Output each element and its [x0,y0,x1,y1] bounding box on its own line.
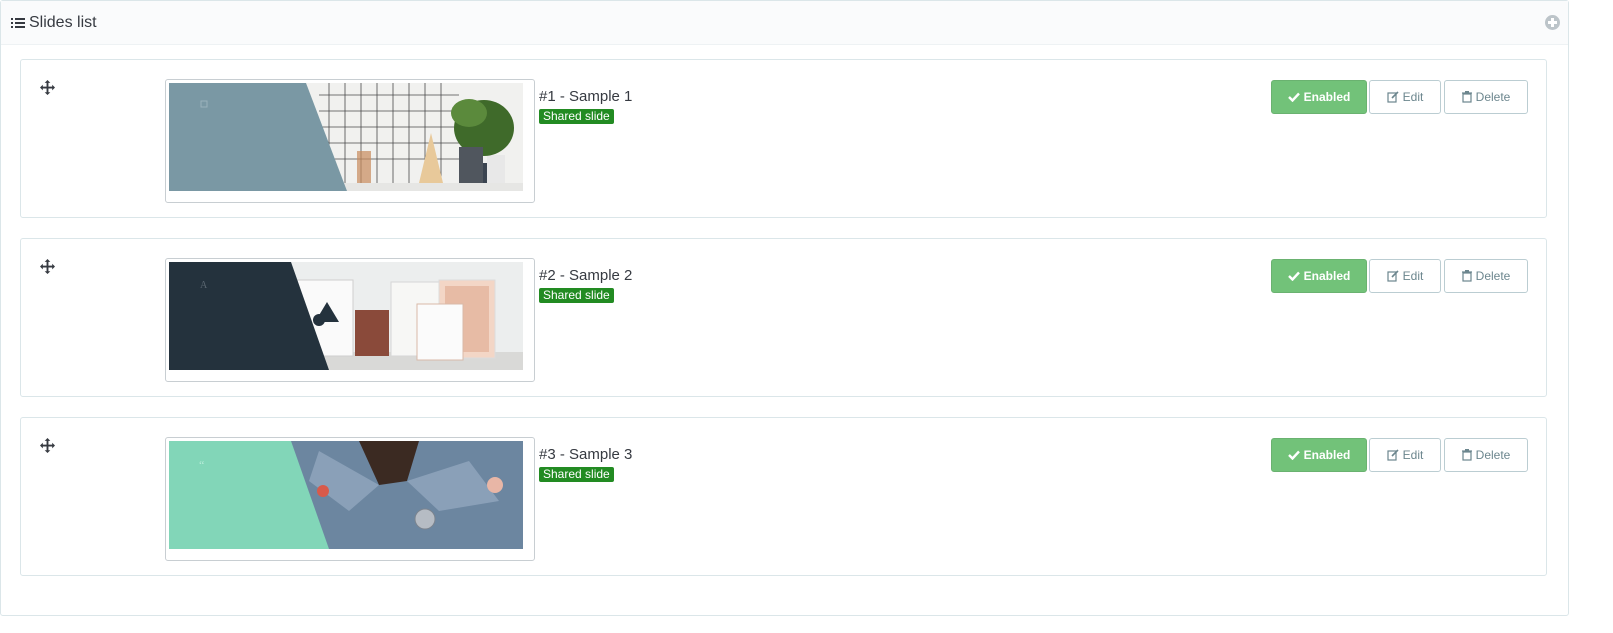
svg-text:“: “ [199,458,204,472]
enabled-label: Enabled [1303,269,1351,283]
trash-icon [1461,449,1472,461]
shared-slide-badge: Shared slide [539,288,614,303]
slide-image: A [169,262,523,370]
move-icon[interactable] [40,80,55,95]
edit-label: Edit [1402,448,1424,462]
slide-thumbnail [165,79,535,203]
edit-button[interactable]: Edit [1369,259,1441,293]
panel-heading: Slides list [1,1,1568,45]
slide-title: #3 - Sample 3 [539,446,633,463]
edit-icon [1387,91,1399,103]
panel-title: Slides list [29,13,97,31]
slide-item: “ #3 - Sample 3 Shared slide Enabled Edi… [20,417,1547,576]
enabled-button[interactable]: Enabled [1271,438,1367,472]
delete-label: Delete [1475,269,1511,283]
edit-label: Edit [1402,90,1424,104]
enabled-label: Enabled [1303,90,1351,104]
edit-icon [1387,449,1399,461]
edit-button[interactable]: Edit [1369,80,1441,114]
move-icon[interactable] [40,259,55,274]
shared-slide-badge: Shared slide [539,109,614,124]
check-icon [1287,92,1300,102]
check-icon [1287,450,1300,460]
delete-label: Delete [1475,90,1511,104]
slide-thumbnail: “ [165,437,535,561]
delete-button[interactable]: Delete [1444,259,1528,293]
trash-icon [1461,270,1472,282]
slide-image: “ [169,441,523,549]
shared-slide-badge: Shared slide [539,467,614,482]
enabled-label: Enabled [1303,448,1351,462]
svg-text:A: A [200,280,208,291]
slide-title: #2 - Sample 2 [539,267,633,284]
move-icon[interactable] [40,438,55,453]
plus-circle-icon[interactable] [1545,15,1560,30]
edit-icon [1387,270,1399,282]
slide-item: #1 - Sample 1 Shared slide Enabled Edit … [20,59,1547,218]
trash-icon [1461,91,1472,103]
delete-button[interactable]: Delete [1444,80,1528,114]
enabled-button[interactable]: Enabled [1271,80,1367,114]
slide-item: A #2 - Sample 2 Shared slide Enabled Edi… [20,238,1547,397]
edit-label: Edit [1402,269,1424,283]
slide-image [169,83,523,191]
enabled-button[interactable]: Enabled [1271,259,1367,293]
delete-button[interactable]: Delete [1444,438,1528,472]
check-icon [1287,271,1300,281]
list-icon [11,17,25,28]
delete-label: Delete [1475,448,1511,462]
slide-thumbnail: A [165,258,535,382]
edit-button[interactable]: Edit [1369,438,1441,472]
slide-title: #1 - Sample 1 [539,88,633,105]
